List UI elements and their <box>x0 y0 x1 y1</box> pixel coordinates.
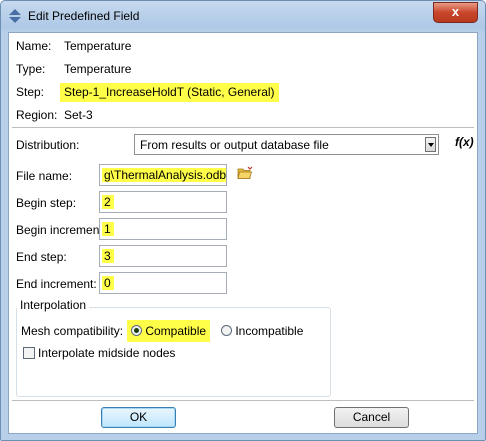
end-increment-label: End increment: <box>16 277 97 291</box>
incompatible-label: Incompatible <box>235 324 304 338</box>
begin-increment-input[interactable]: 1 <box>99 218 227 240</box>
type-label: Type: <box>16 62 46 76</box>
ok-button[interactable]: OK <box>101 407 176 428</box>
compatible-label: Compatible <box>145 324 207 338</box>
begin-step-input[interactable]: 2 <box>99 191 227 213</box>
folder-open-icon[interactable] <box>237 166 253 180</box>
begin-increment-label: Begin incremen <box>16 223 100 237</box>
compatible-option[interactable]: Compatible <box>127 320 211 342</box>
region-value: Set-3 <box>64 108 93 122</box>
region-label: Region: <box>16 108 58 122</box>
file-name-value: g\ThermalAnalysis.odb <box>102 168 227 182</box>
dialog-window: Edit Predefined Field x Name: Temperatur… <box>0 0 486 441</box>
type-value: Temperature <box>64 62 132 76</box>
mesh-compatibility-label: Mesh compatibility: <box>21 324 124 338</box>
interpolate-midside-checkbox[interactable] <box>23 347 35 359</box>
step-value: Step-1_IncreaseHoldT (Static, General) <box>60 83 279 102</box>
separator <box>12 400 474 402</box>
close-button[interactable]: x <box>433 2 478 23</box>
close-icon: x <box>451 4 460 19</box>
radio-unselected-icon[interactable] <box>221 325 232 336</box>
separator <box>12 127 474 129</box>
fx-button[interactable]: f(x) <box>455 135 474 149</box>
end-increment-value: 0 <box>102 276 114 290</box>
file-name-input[interactable]: g\ThermalAnalysis.odb <box>99 164 227 186</box>
end-step-input[interactable]: 3 <box>99 245 227 267</box>
distribution-selected: From results or output database file <box>140 138 329 152</box>
radio-selected-icon[interactable] <box>131 325 142 336</box>
cancel-button[interactable]: Cancel <box>334 407 409 428</box>
distribution-label: Distribution: <box>16 138 80 152</box>
chevron-down-icon[interactable] <box>425 137 436 152</box>
file-name-label: File name: <box>16 169 73 183</box>
begin-increment-value: 1 <box>102 222 114 236</box>
name-label: Name: <box>16 39 52 53</box>
begin-step-value: 2 <box>102 195 114 209</box>
name-value: Temperature <box>64 39 132 53</box>
end-step-label: End step: <box>16 250 67 264</box>
interpolate-midside-label: Interpolate midside nodes <box>38 346 176 360</box>
incompatible-option[interactable]: Incompatible <box>221 320 303 342</box>
begin-step-label: Begin step: <box>16 196 77 210</box>
window-title: Edit Predefined Field <box>28 9 140 23</box>
end-increment-input[interactable]: 0 <box>99 272 227 294</box>
app-icon[interactable] <box>8 8 22 24</box>
distribution-select[interactable]: From results or output database file <box>134 134 439 155</box>
step-label: Step: <box>16 85 45 99</box>
end-step-value: 3 <box>102 249 114 263</box>
dialog-body: Name: Temperature Type: Temperature Step… <box>8 32 478 434</box>
title-bar[interactable]: Edit Predefined Field x <box>1 1 485 31</box>
interpolation-group-title: Interpolation <box>17 298 90 312</box>
